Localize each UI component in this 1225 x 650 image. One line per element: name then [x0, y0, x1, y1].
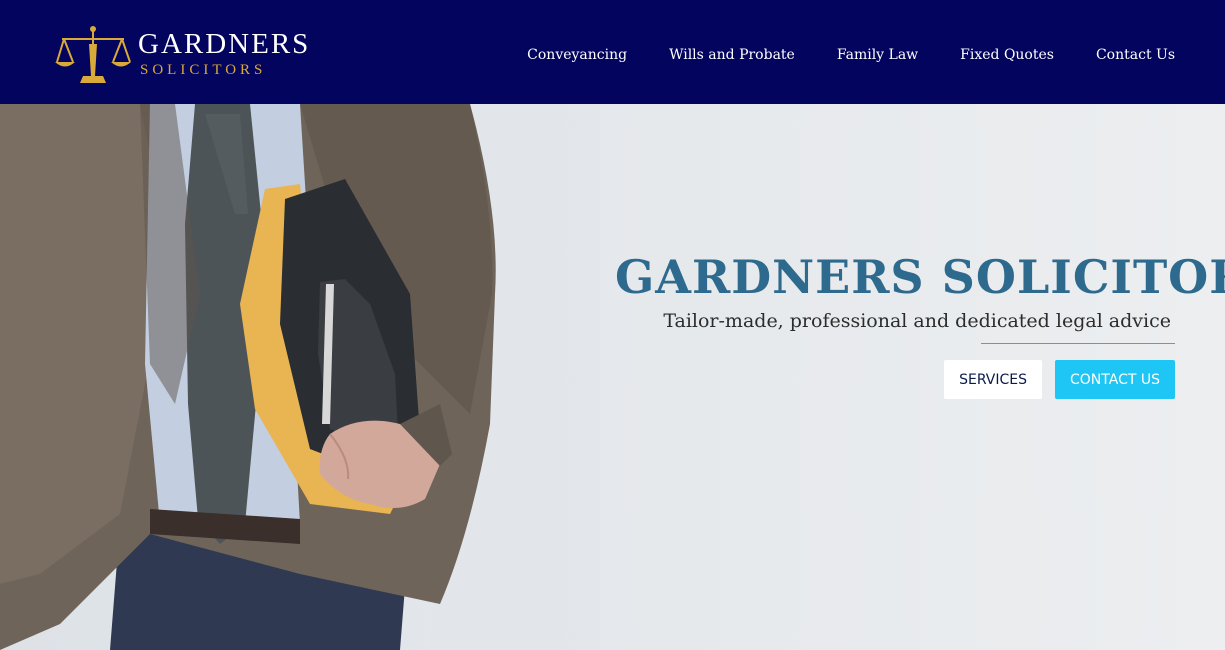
- hero-title: GARDNERS SOLICITORS: [615, 250, 1225, 304]
- services-button[interactable]: SERVICES: [944, 359, 1043, 399]
- nav-item-conveyancing[interactable]: Conveyancing: [527, 44, 627, 66]
- site-logo[interactable]: GARDNERS SOLICITORS: [54, 24, 314, 86]
- hero-background-image: [0, 104, 600, 650]
- main-nav: Conveyancing Wills and Probate Family La…: [527, 44, 1175, 66]
- nav-item-fixed-quotes[interactable]: Fixed Quotes: [960, 44, 1054, 66]
- logo-subtitle: SOLICITORS: [140, 62, 267, 78]
- nav-item-wills-and-probate[interactable]: Wills and Probate: [669, 44, 795, 66]
- hero-buttons: SERVICES CONTACT US: [615, 359, 1175, 399]
- contact-us-button[interactable]: CONTACT US: [1055, 359, 1175, 399]
- page: GARDNERS SOLICITORS Conveyancing Wills a…: [0, 0, 1225, 650]
- nav-item-contact-us[interactable]: Contact Us: [1096, 44, 1175, 66]
- hero-divider: [981, 342, 1175, 344]
- logo-wordmark: GARDNERS: [138, 28, 311, 60]
- scales-of-justice-icon: [55, 26, 131, 83]
- site-header: GARDNERS SOLICITORS Conveyancing Wills a…: [0, 0, 1225, 104]
- nav-item-family-law[interactable]: Family Law: [837, 44, 918, 66]
- hero-banner: GARDNERS SOLICITORS Tailor-made, profess…: [0, 104, 1225, 650]
- hero-content: GARDNERS SOLICITORS Tailor-made, profess…: [615, 250, 1225, 399]
- hero-tagline: Tailor-made, professional and dedicated …: [663, 310, 1171, 332]
